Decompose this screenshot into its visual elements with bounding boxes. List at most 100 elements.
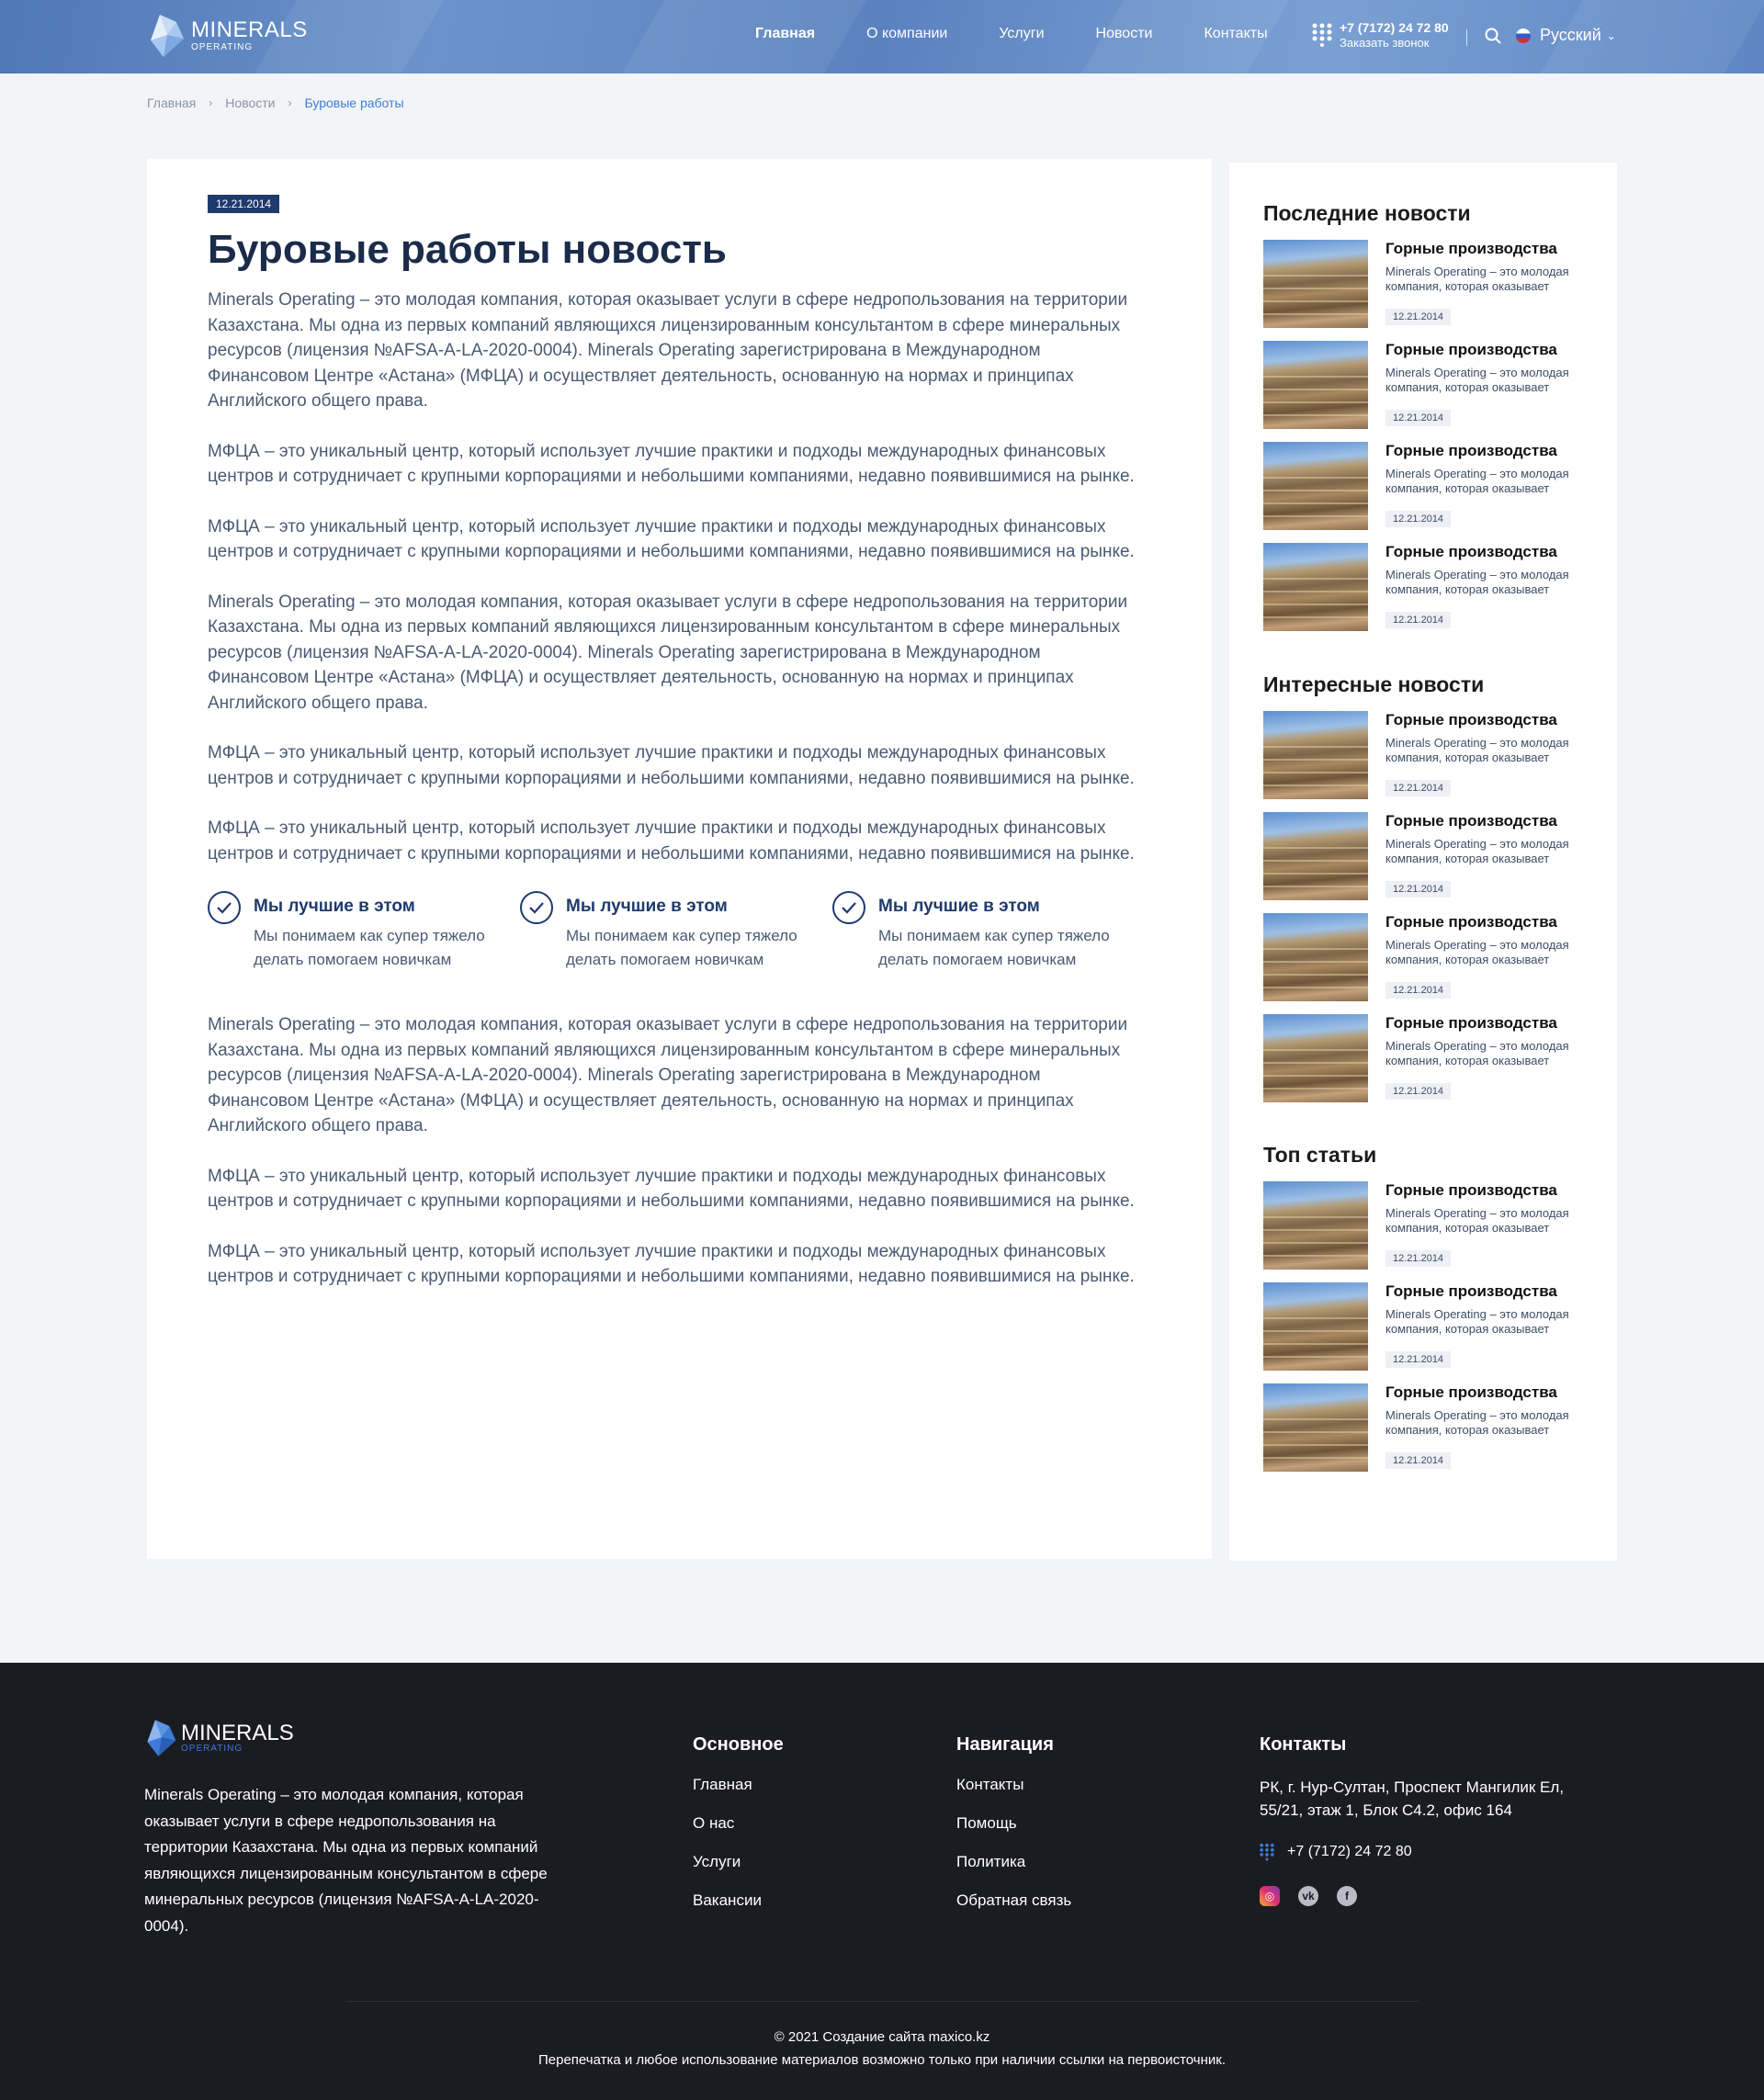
article-paragraph: МФЦА – это уникальный центр, который исп…	[208, 441, 1135, 487]
feature-item: Мы лучшие в этом Мы понимаем как супер т…	[208, 891, 520, 972]
logo[interactable]: MINERALS OPERATING	[147, 13, 308, 59]
nav-news[interactable]: Новости	[1096, 26, 1153, 42]
news-item-title[interactable]: Горные производства	[1385, 812, 1578, 830]
news-item-title[interactable]: Горные производства	[1385, 543, 1578, 561]
nav-home[interactable]: Главная	[755, 26, 815, 42]
news-item-date: 12.21.2014	[1385, 1351, 1452, 1368]
news-thumbnail	[1263, 1181, 1368, 1270]
footer-link-feedback[interactable]: Обратная связь	[956, 1891, 1071, 1910]
news-item-title[interactable]: Горные производства	[1385, 913, 1578, 931]
breadcrumb-news[interactable]: Новости	[225, 96, 275, 110]
search-icon[interactable]	[1485, 28, 1501, 44]
footer-logo[interactable]: MINERALS OPERATING	[144, 1718, 294, 1758]
site-header: MINERALS OPERATING Главная О компании Ус…	[0, 0, 1764, 73]
footer-col-nav: Навигация Контакты Помощь Политика Обрат…	[956, 1734, 1071, 1930]
site-footer: MINERALS OPERATING Minerals Operating – …	[0, 1663, 1764, 2100]
news-item[interactable]: Горные производства Minerals Operating – …	[1263, 341, 1594, 429]
article-title: Буровые работы новость	[208, 227, 727, 272]
instagram-icon[interactable]: ◎	[1260, 1886, 1280, 1906]
feature-desc: Мы понимаем как супер тяжело делать помо…	[878, 927, 1110, 968]
language-label: Русский	[1540, 26, 1601, 44]
footer-link-services[interactable]: Услуги	[693, 1853, 784, 1871]
chevron-down-icon: ⌄	[1606, 28, 1616, 42]
footer-link-contacts[interactable]: Контакты	[956, 1776, 1071, 1794]
news-item[interactable]: Горные производства Minerals Operating – …	[1263, 1383, 1594, 1472]
news-item-title[interactable]: Горные производства	[1385, 711, 1578, 729]
checkmark-icon	[520, 891, 553, 924]
logo-subtitle: OPERATING	[191, 42, 254, 52]
footer-link-about[interactable]: О нас	[693, 1814, 784, 1833]
news-item[interactable]: Горные производства Minerals Operating – …	[1263, 543, 1594, 631]
nav-services[interactable]: Услуги	[999, 26, 1044, 42]
news-item[interactable]: Горные производства Minerals Operating – …	[1263, 442, 1594, 530]
news-item-title[interactable]: Горные производства	[1385, 1181, 1578, 1200]
features-row: Мы лучшие в этом Мы понимаем как супер т…	[208, 891, 1145, 972]
article-paragraph: МФЦА – это уникальный центр, который исп…	[208, 1166, 1135, 1212]
article-paragraph: Minerals Operating – это молодая компани…	[208, 290, 1128, 411]
news-item[interactable]: Горные производства Minerals Operating – …	[1263, 1181, 1594, 1270]
news-item-desc: Minerals Operating – это молодая компани…	[1385, 265, 1569, 293]
feature-desc: Мы понимаем как супер тяжело делать помо…	[254, 927, 485, 968]
breadcrumb-current: Буровые работы	[304, 96, 404, 110]
breadcrumb-home[interactable]: Главная	[147, 96, 196, 110]
feature-item: Мы лучшие в этом Мы понимаем как супер т…	[832, 891, 1145, 972]
news-item-date: 12.21.2014	[1385, 1452, 1452, 1469]
news-item-date: 12.21.2014	[1385, 982, 1452, 999]
nav-about[interactable]: О компании	[866, 26, 947, 42]
news-item-desc: Minerals Operating – это молодая компани…	[1385, 1039, 1569, 1067]
news-thumbnail	[1263, 812, 1368, 900]
news-sidebar: Последние новости Горные производства Mine…	[1229, 163, 1617, 1561]
news-item[interactable]: Горные производства Minerals Operating – …	[1263, 711, 1594, 799]
chevron-right-icon: ›	[209, 96, 213, 109]
news-item-title[interactable]: Горные производства	[1385, 240, 1578, 258]
article-paragraph: Minerals Operating – это молодая компани…	[208, 1015, 1128, 1135]
news-item-date: 12.21.2014	[1385, 511, 1452, 527]
feature-title: Мы лучшие в этом	[878, 897, 1040, 916]
news-thumbnail	[1263, 711, 1368, 799]
news-item-desc: Minerals Operating – это молодая компани…	[1385, 938, 1569, 966]
news-item-title[interactable]: Горные производства	[1385, 1383, 1578, 1402]
footer-link-policy[interactable]: Политика	[956, 1853, 1071, 1871]
footer-logo-subtitle: OPERATING	[181, 1744, 243, 1754]
footer-link-vacancies[interactable]: Вакансии	[693, 1891, 784, 1910]
sidebar-section-top-articles: Топ статьи Горные производства Minerals Op…	[1263, 1143, 1569, 1472]
news-item[interactable]: Горные производства Minerals Operating – …	[1263, 1014, 1594, 1102]
callback-link[interactable]: Заказать звонок	[1340, 36, 1449, 51]
facebook-icon[interactable]: f	[1337, 1886, 1357, 1906]
language-selector[interactable]: Русский ⌄	[1516, 26, 1616, 45]
nav-contacts[interactable]: Контакты	[1204, 26, 1267, 42]
news-item[interactable]: Горные производства Minerals Operating – …	[1263, 913, 1594, 1001]
news-item-title[interactable]: Горные производства	[1385, 1014, 1578, 1033]
vk-icon[interactable]: vk	[1298, 1886, 1318, 1906]
news-item[interactable]: Горные производства Minerals Operating – …	[1263, 240, 1594, 328]
news-thumbnail	[1263, 341, 1368, 429]
news-item-desc: Minerals Operating – это молодая компани…	[1385, 1408, 1569, 1437]
footer-phone-row[interactable]: +7 (7172) 24 72 80	[1260, 1842, 1609, 1862]
header-phone[interactable]: +7 (7172) 24 72 80	[1340, 20, 1449, 36]
news-item-title[interactable]: Горные производства	[1385, 442, 1578, 460]
checkmark-icon	[832, 891, 865, 924]
callback-widget[interactable]: +7 (7172) 24 72 80 Заказать звонок	[1312, 20, 1449, 50]
news-item[interactable]: Горные производства Minerals Operating – …	[1263, 1282, 1594, 1371]
news-item-date: 12.21.2014	[1385, 780, 1452, 796]
main-nav: Главная О компании Услуги Новости Контак…	[755, 26, 1319, 42]
footer-divider	[345, 2001, 1419, 2002]
footer-phone[interactable]: +7 (7172) 24 72 80	[1287, 1844, 1412, 1860]
logo-title: MINERALS	[191, 17, 308, 42]
footer-link-home[interactable]: Главная	[693, 1776, 784, 1794]
dialpad-icon	[1312, 23, 1332, 48]
news-item-title[interactable]: Горные производства	[1385, 1282, 1578, 1301]
article-paragraph: Minerals Operating – это молодая компани…	[208, 592, 1128, 713]
dialpad-icon	[1260, 1843, 1274, 1861]
news-item-desc: Minerals Operating – это молодая компани…	[1385, 1307, 1569, 1336]
footer-about: Minerals Operating – это молодая компани…	[144, 1786, 548, 1935]
news-item-desc: Minerals Operating – это молодая компани…	[1385, 568, 1569, 596]
footer-link-help[interactable]: Помощь	[956, 1814, 1071, 1833]
footer-logo-title: MINERALS	[181, 1721, 294, 1745]
news-item-title[interactable]: Горные производства	[1385, 341, 1578, 359]
news-thumbnail	[1263, 1014, 1368, 1102]
news-item[interactable]: Горные производства Minerals Operating – …	[1263, 812, 1594, 900]
article-paragraph: МФЦА – это уникальный центр, который исп…	[208, 1241, 1135, 1287]
sidebar-section-title: Интересные новости	[1263, 672, 1485, 696]
article-paragraph: МФЦА – это уникальный центр, который исп…	[208, 743, 1135, 788]
